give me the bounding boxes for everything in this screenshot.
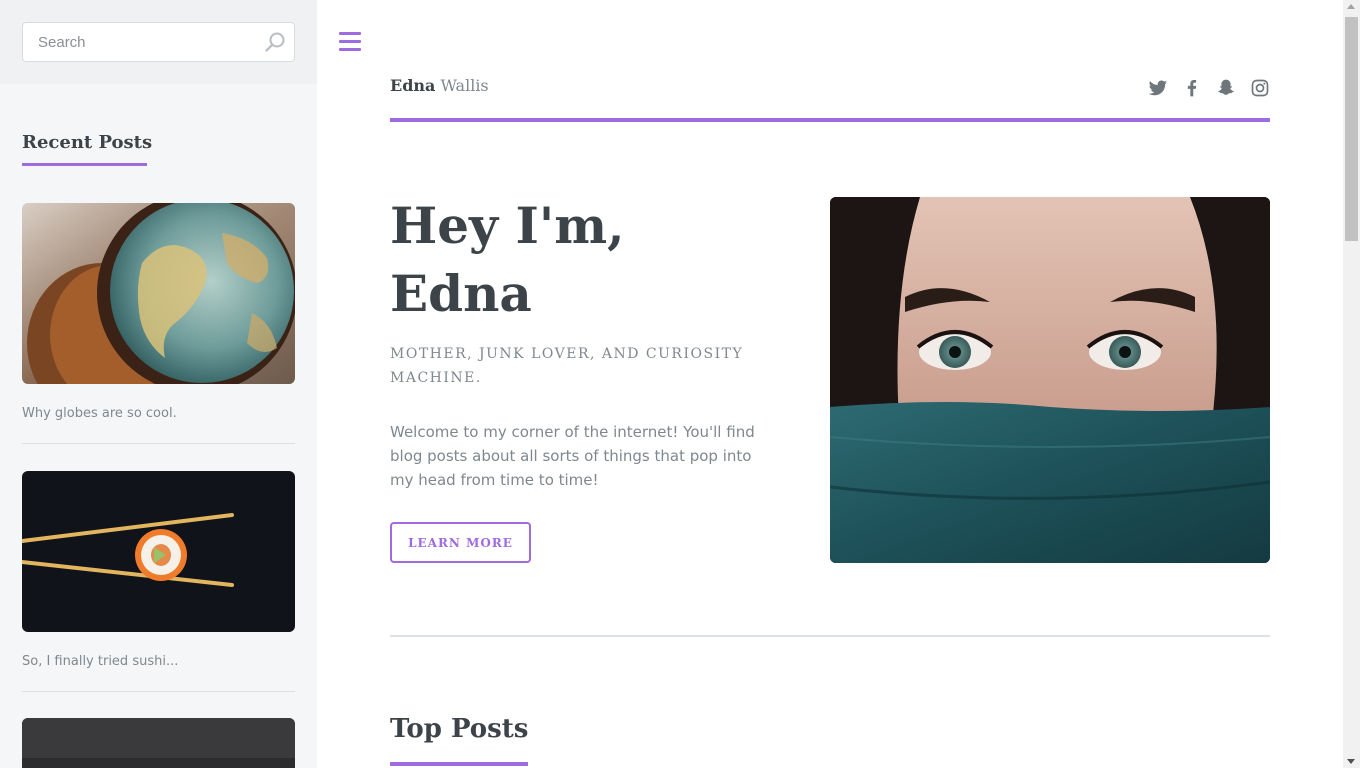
search-input[interactable] — [23, 23, 253, 61]
post-divider — [22, 443, 295, 444]
globe-photo — [22, 203, 295, 384]
twitter-icon[interactable] — [1148, 78, 1168, 98]
post-thumb-globe[interactable] — [22, 203, 295, 384]
scroll-up-arrow-icon[interactable] — [1347, 4, 1355, 9]
hero-text: Welcome to my corner of the internet! Yo… — [390, 423, 755, 489]
dark-photo — [22, 718, 295, 768]
learn-more-button[interactable]: Learn More — [390, 522, 531, 563]
sushi-photo — [22, 471, 295, 632]
post-thumb-3[interactable] — [22, 718, 295, 768]
social-links — [1148, 78, 1270, 98]
header-underline — [390, 118, 1270, 122]
main-content: Edna Wallis Hey I'm, Edna Mother, junk l… — [317, 0, 1343, 768]
top-posts-heading: Top Posts — [390, 714, 529, 744]
recent-posts-heading: Recent Posts — [22, 132, 153, 153]
scrollbar[interactable] — [1343, 0, 1360, 768]
top-posts-underline — [390, 762, 528, 766]
scrollbar-thumb[interactable] — [1345, 17, 1358, 241]
post-caption[interactable]: So, I finally tried sushi... — [22, 654, 295, 669]
post-divider — [22, 691, 295, 692]
hero-subtitle: Mother, junk lover, and curiosity machin… — [390, 346, 744, 386]
post-caption[interactable]: Why globes are so cool. — [22, 406, 295, 421]
hero-title-line1: Hey I'm, — [390, 196, 625, 255]
search-area — [0, 0, 317, 84]
section-divider — [390, 635, 1270, 637]
snapchat-icon[interactable] — [1216, 78, 1236, 98]
hamburger-menu-icon[interactable] — [339, 30, 361, 52]
hero-title-line2: Edna — [390, 264, 532, 323]
facebook-icon[interactable] — [1182, 78, 1202, 98]
scroll-down-arrow-icon[interactable] — [1347, 759, 1355, 764]
brand-first-name: Edna — [390, 76, 436, 95]
post-thumb-sushi[interactable] — [22, 471, 295, 632]
sidebar: Recent Posts — [0, 0, 317, 768]
hero-title: Hey I'm, Edna — [390, 192, 625, 328]
hero-image — [830, 197, 1270, 563]
site-brand[interactable]: Edna Wallis — [390, 76, 489, 95]
instagram-icon[interactable] — [1250, 78, 1270, 98]
brand-last-name: Wallis — [440, 76, 489, 95]
search-icon[interactable] — [264, 31, 286, 53]
recent-posts-section: Recent Posts Why globes are so cool. So,… — [0, 132, 317, 768]
search-box — [22, 22, 295, 62]
heading-underline — [22, 163, 147, 166]
woman-eyes-photo — [830, 197, 1270, 563]
